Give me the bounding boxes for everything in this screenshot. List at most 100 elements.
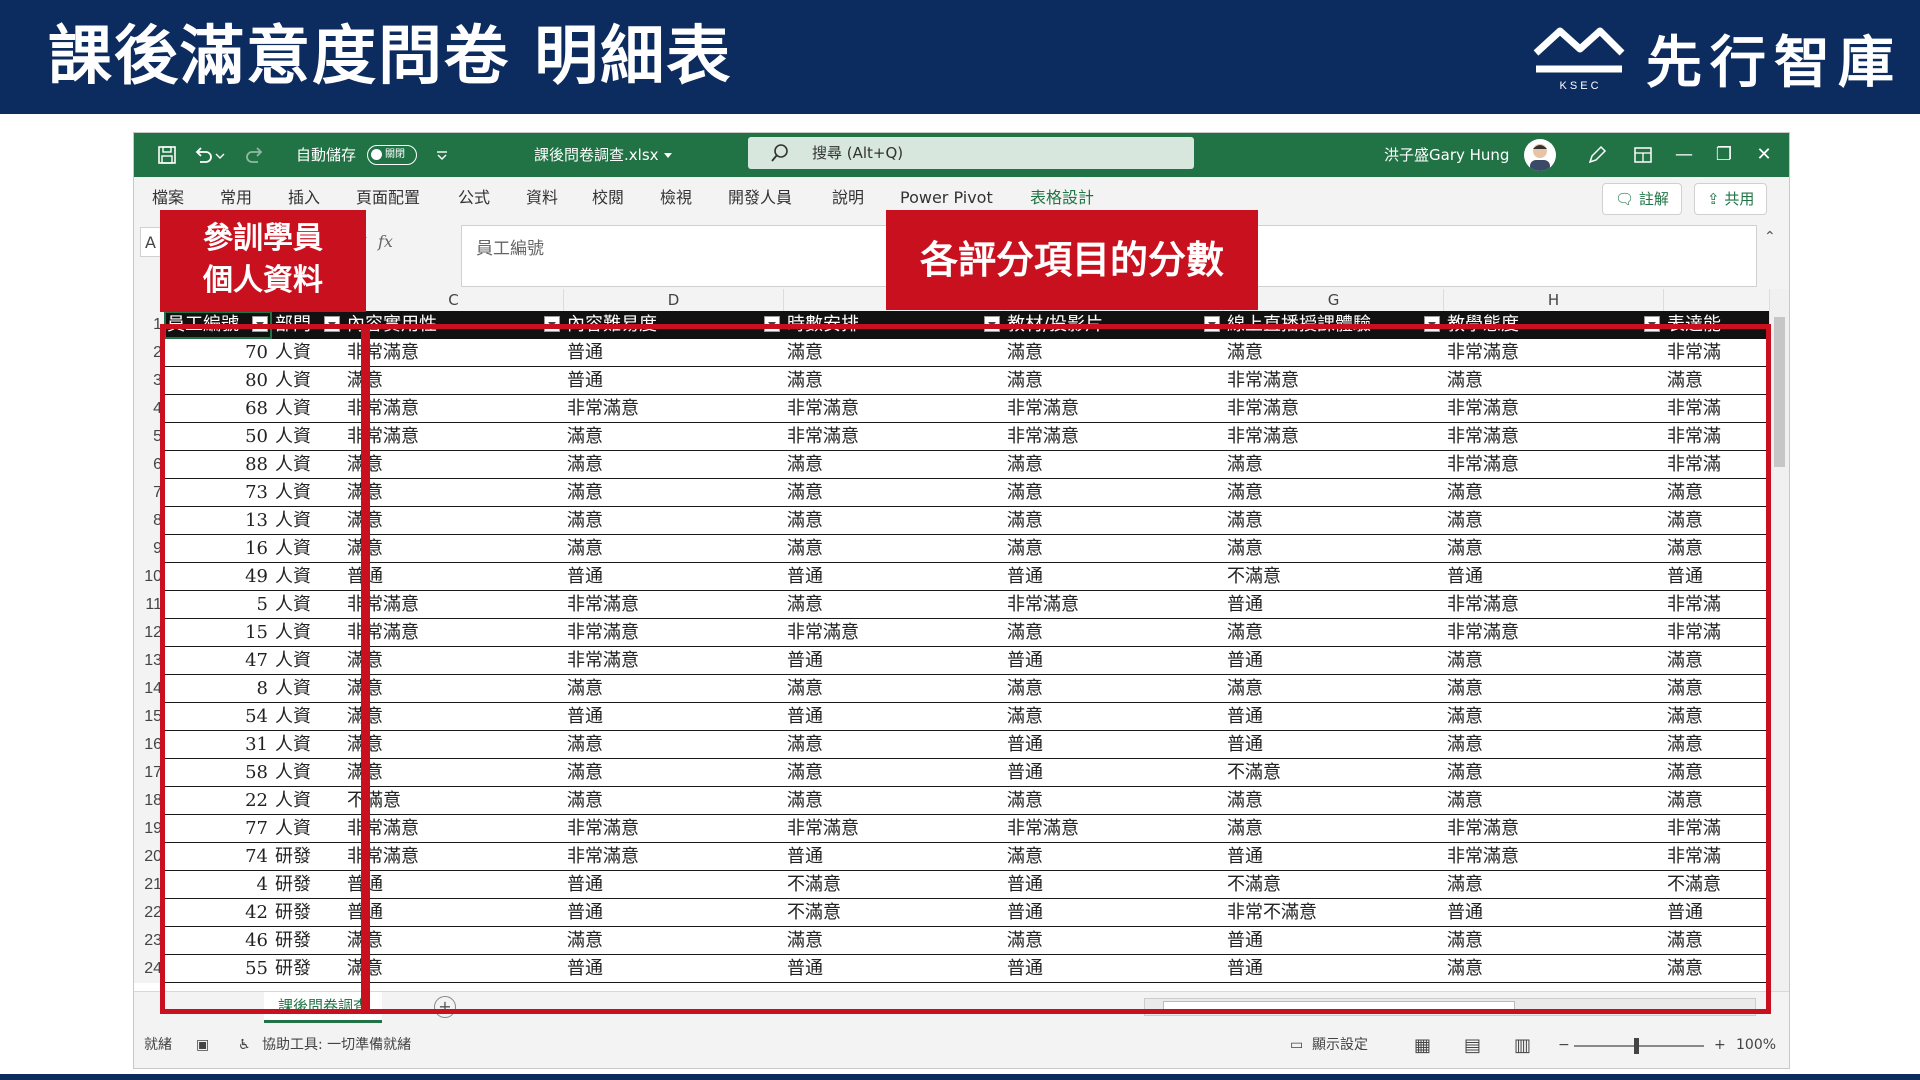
table-cell[interactable]: 滿意	[1664, 647, 1769, 675]
table-cell[interactable]: 滿意	[1224, 479, 1444, 507]
table-cell[interactable]: 非常滿意	[1224, 367, 1444, 395]
table-cell[interactable]: 普通	[1664, 563, 1769, 591]
customize-qat-icon[interactable]	[434, 144, 450, 166]
horizontal-scrollbar[interactable]	[1144, 998, 1756, 1016]
table-cell[interactable]: 非常滿意	[1444, 451, 1664, 479]
table-cell[interactable]: 非常滿意	[1444, 591, 1664, 619]
table-cell[interactable]: 58	[164, 759, 272, 787]
table-cell[interactable]: 滿意	[1444, 647, 1664, 675]
table-cell[interactable]: 滿意	[1224, 787, 1444, 815]
table-cell[interactable]: 滿意	[1444, 507, 1664, 535]
row-number[interactable]: 1	[134, 311, 164, 339]
row-number[interactable]: 24	[134, 955, 164, 983]
table-cell[interactable]: 普通	[344, 899, 564, 927]
filter-dropdown-icon[interactable]	[544, 316, 560, 332]
normal-view-icon[interactable]: ▦	[1414, 1023, 1431, 1068]
table-cell[interactable]: 人資	[272, 703, 344, 731]
table-cell[interactable]: 滿意	[564, 759, 784, 787]
row-number[interactable]: 19	[134, 815, 164, 843]
table-cell[interactable]: 普通	[784, 955, 1004, 983]
undo-dropdown-icon[interactable]	[214, 144, 226, 166]
user-name[interactable]: 洪子盛Gary Hung	[1384, 133, 1509, 177]
table-cell[interactable]: 8	[164, 675, 272, 703]
table-cell[interactable]: 滿意	[1664, 927, 1769, 955]
user-avatar[interactable]	[1524, 139, 1556, 171]
table-cell[interactable]: 滿意	[1664, 535, 1769, 563]
tab-help[interactable]: 說明	[832, 177, 864, 219]
table-cell[interactable]: 滿意	[1004, 703, 1224, 731]
table-cell[interactable]: 普通	[564, 339, 784, 367]
table-cell[interactable]: 人資	[272, 675, 344, 703]
zoom-level[interactable]: 100%	[1736, 1023, 1776, 1068]
table-cell[interactable]: 研發	[272, 927, 344, 955]
row-number[interactable]: 7	[134, 479, 164, 507]
table-cell[interactable]: 研發	[272, 843, 344, 871]
table-cell[interactable]: 滿意	[1444, 759, 1664, 787]
table-cell[interactable]: 普通	[564, 563, 784, 591]
table-cell[interactable]: 15	[164, 619, 272, 647]
tab-view[interactable]: 檢視	[660, 177, 692, 219]
table-cell[interactable]: 非常滿意	[1444, 815, 1664, 843]
table-cell[interactable]: 滿意	[1004, 367, 1224, 395]
table-cell[interactable]: 非常滿意	[1444, 843, 1664, 871]
table-header-cell[interactable]: 表達能	[1664, 311, 1769, 339]
table-cell[interactable]: 滿意	[1664, 367, 1769, 395]
tab-data[interactable]: 資料	[526, 177, 558, 219]
table-cell[interactable]: 54	[164, 703, 272, 731]
table-cell[interactable]: 47	[164, 647, 272, 675]
table-cell[interactable]: 22	[164, 787, 272, 815]
table-cell[interactable]: 滿意	[784, 731, 1004, 759]
undo-icon[interactable]	[192, 144, 214, 166]
search-box[interactable]: 搜尋 (Alt+Q)	[748, 137, 1194, 169]
table-cell[interactable]: 非常滿意	[1004, 395, 1224, 423]
table-cell[interactable]: 滿意	[564, 731, 784, 759]
table-cell[interactable]: 4	[164, 871, 272, 899]
table-cell[interactable]: 非常滿意	[344, 339, 564, 367]
accessibility-status[interactable]: 協助工具: 一切準備就緒	[262, 1023, 411, 1068]
table-cell[interactable]: 55	[164, 955, 272, 983]
display-settings[interactable]: 顯示設定	[1312, 1023, 1368, 1068]
table-header-cell[interactable]: 教材/投影片	[1004, 311, 1224, 339]
table-cell[interactable]: 滿意	[344, 535, 564, 563]
table-cell[interactable]: 非常滿意	[1444, 395, 1664, 423]
table-cell[interactable]: 人資	[272, 815, 344, 843]
pen-icon[interactable]	[1586, 144, 1608, 166]
table-cell[interactable]: 普通	[1004, 899, 1224, 927]
table-cell[interactable]: 滿意	[1664, 759, 1769, 787]
table-cell[interactable]: 不滿意	[784, 871, 1004, 899]
table-cell[interactable]: 滿意	[344, 927, 564, 955]
row-number[interactable]: 16	[134, 731, 164, 759]
filter-dropdown-icon[interactable]	[1644, 316, 1660, 332]
row-number[interactable]: 13	[134, 647, 164, 675]
table-cell[interactable]: 滿意	[1004, 843, 1224, 871]
table-cell[interactable]: 普通	[1004, 563, 1224, 591]
table-cell[interactable]: 滿意	[1224, 815, 1444, 843]
row-number[interactable]: 8	[134, 507, 164, 535]
table-cell[interactable]: 人資	[272, 479, 344, 507]
table-cell[interactable]: 77	[164, 815, 272, 843]
table-cell[interactable]: 非常滿意	[1444, 339, 1664, 367]
table-cell[interactable]: 人資	[272, 451, 344, 479]
zoom-in-icon[interactable]: +	[1714, 1023, 1726, 1068]
row-number[interactable]: 3	[134, 367, 164, 395]
table-cell[interactable]: 滿意	[564, 675, 784, 703]
table-cell[interactable]: 80	[164, 367, 272, 395]
table-cell[interactable]: 滿意	[344, 507, 564, 535]
table-cell[interactable]: 滿意	[1004, 675, 1224, 703]
table-cell[interactable]: 普通	[1444, 899, 1664, 927]
table-cell[interactable]: 普通	[1224, 843, 1444, 871]
table-cell[interactable]: 滿意	[1444, 955, 1664, 983]
macro-record-icon[interactable]: ▣	[196, 1023, 209, 1068]
table-cell[interactable]: 非常滿意	[1004, 815, 1224, 843]
table-cell[interactable]: 88	[164, 451, 272, 479]
table-cell[interactable]: 滿意	[784, 367, 1004, 395]
table-cell[interactable]: 滿意	[784, 927, 1004, 955]
table-cell[interactable]: 非常滿意	[344, 423, 564, 451]
table-cell[interactable]: 滿意	[1664, 955, 1769, 983]
collapse-formula-icon[interactable]: ⌃	[1764, 229, 1776, 245]
table-cell[interactable]: 滿意	[344, 955, 564, 983]
filename-dropdown-icon[interactable]	[662, 144, 674, 166]
table-cell[interactable]: 普通	[1004, 731, 1224, 759]
table-cell[interactable]: 普通	[1004, 871, 1224, 899]
table-cell[interactable]: 滿意	[1664, 731, 1769, 759]
